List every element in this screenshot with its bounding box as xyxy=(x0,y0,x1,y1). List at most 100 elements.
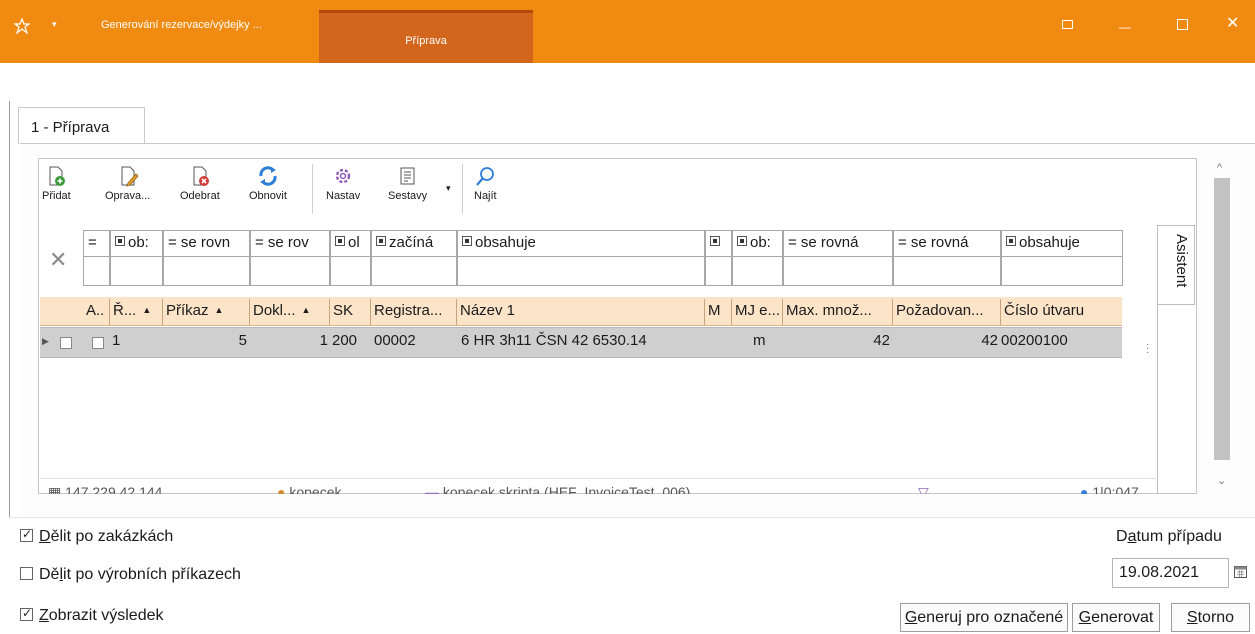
option-split-by-orders[interactable]: Dělit po zakázkách xyxy=(20,527,174,546)
app-logo-icon[interactable] xyxy=(14,18,30,34)
cell-max: 42 xyxy=(873,332,890,349)
date-field[interactable]: 19.08.2021 xyxy=(1112,558,1229,588)
filter-input[interactable] xyxy=(732,257,783,286)
remove-button[interactable]: Odebrat xyxy=(180,165,220,202)
column-header[interactable]: Ř... ▲ xyxy=(110,299,163,325)
date-label: Datum případu xyxy=(1116,528,1222,545)
header-label: Příkaz xyxy=(166,302,209,319)
quick-access-dropdown-icon[interactable]: ▾ xyxy=(52,19,57,30)
reports-dropdown-icon[interactable]: ▾ xyxy=(446,183,451,194)
filter-option-icon xyxy=(1006,236,1016,246)
column-header[interactable]: Číslo útvaru xyxy=(1001,299,1123,325)
column-header[interactable]: Příkaz ▲ xyxy=(163,299,250,325)
clock-icon: ● xyxy=(1080,484,1089,494)
browse-grid xyxy=(38,158,1197,494)
filter-input[interactable] xyxy=(330,257,371,286)
generate-selected-button[interactable]: Generuj pro označené xyxy=(900,603,1068,632)
filter-cell[interactable]: obsahuje xyxy=(457,230,705,257)
close-icon[interactable]: ✕ xyxy=(1226,13,1239,33)
maximize-icon[interactable] xyxy=(1177,19,1188,30)
ribbon-tab-overview[interactable]: Přehled xyxy=(331,73,369,85)
filter-input[interactable] xyxy=(250,257,330,286)
column-header[interactable]: M xyxy=(705,299,732,325)
header-label: Název 1 xyxy=(460,302,516,319)
cell-dokl: 1 xyxy=(319,332,328,349)
ribbon-tab-user-editors[interactable]: Uživatelské editory xyxy=(186,73,278,85)
scrollbar-thumb[interactable] xyxy=(1214,178,1230,460)
column-header[interactable]: MJ e... xyxy=(732,299,783,325)
minimize-icon[interactable]: — xyxy=(1119,20,1131,34)
status-ip-text: 147.229.42.144 xyxy=(65,484,163,494)
filter-input[interactable] xyxy=(83,257,110,286)
filter-input[interactable] xyxy=(371,257,457,286)
status-time: ● 1|0:047 xyxy=(1080,484,1139,494)
button-label: Generovat xyxy=(1078,609,1154,626)
calendar-icon[interactable] xyxy=(1234,565,1247,578)
filter-input[interactable] xyxy=(783,257,893,286)
header-label: A.. xyxy=(86,302,105,319)
filter-cell[interactable]: ol xyxy=(330,230,371,257)
filter-input[interactable] xyxy=(110,257,163,286)
settings-button[interactable]: Nastav xyxy=(326,165,360,202)
column-header[interactable]: Název 1 xyxy=(457,299,705,325)
filter-cell[interactable]: obsahuje xyxy=(1001,230,1123,257)
toolbar-separator xyxy=(462,164,463,214)
filter-cell[interactable]: = xyxy=(83,230,110,257)
find-button[interactable]: Najít xyxy=(474,165,497,202)
scroll-up-icon[interactable]: ^ xyxy=(1217,162,1222,174)
filter-input[interactable] xyxy=(705,257,732,286)
add-button[interactable]: Přidat xyxy=(42,165,71,202)
edit-button[interactable]: Oprava... xyxy=(105,165,150,202)
checkbox-unchecked[interactable] xyxy=(20,567,33,580)
clear-filter-icon[interactable]: ✕ xyxy=(49,247,67,273)
column-header[interactable]: Max. množ... xyxy=(783,299,893,325)
filter-cell[interactable]: začíná xyxy=(371,230,457,257)
filter-option-icon xyxy=(462,236,472,246)
option-label: Dělit po zakázkách xyxy=(39,528,174,545)
filter-cell[interactable]: = se rovná xyxy=(893,230,1001,257)
filter-cell[interactable]: ob: xyxy=(110,230,163,257)
column-header[interactable]: SK xyxy=(330,299,371,325)
scroll-down-icon[interactable]: ⌄ xyxy=(1217,474,1226,487)
option-show-result[interactable]: Zobrazit výsledek xyxy=(20,606,164,625)
sort-ascending-icon: ▲ xyxy=(214,305,224,315)
status-user-text: kopecek xyxy=(289,484,342,494)
row-indicator-icon: ▶ xyxy=(42,336,49,346)
restore-icon[interactable] xyxy=(1062,20,1073,29)
filter-option-icon xyxy=(737,236,747,246)
filter-input[interactable] xyxy=(457,257,705,286)
filter-cell[interactable]: = se rov xyxy=(250,230,330,257)
ribbon-tab-system[interactable]: Systém xyxy=(472,73,509,85)
reports-button[interactable]: Sestavy xyxy=(388,165,427,202)
filter-input[interactable] xyxy=(1001,257,1123,286)
column-header[interactable]: A.. xyxy=(83,299,110,325)
cell-registra: 00002 xyxy=(374,332,416,349)
row-select-checkbox[interactable] xyxy=(60,337,72,349)
document-title: Generování rezervace/výdejky ... xyxy=(101,19,262,31)
filter-input[interactable] xyxy=(163,257,250,286)
cell-utvar: 00200100 xyxy=(1001,332,1068,349)
filter-option-icon xyxy=(115,236,125,246)
checkbox-checked[interactable] xyxy=(20,527,33,542)
column-header[interactable]: Požadovan... xyxy=(893,299,1001,325)
refresh-button[interactable]: Obnovit xyxy=(249,165,287,202)
cell-sk: 200 xyxy=(332,332,358,349)
ribbon-tab-actions[interactable]: Akce xyxy=(412,73,436,85)
filter-cell[interactable]: = se rovná xyxy=(783,230,893,257)
ribbon-tab-helios[interactable]: HELIOS xyxy=(14,73,54,85)
row-active-checkbox[interactable] xyxy=(92,337,104,349)
tab-priprava[interactable]: 1 - Příprava xyxy=(18,107,145,144)
filter-cell[interactable]: = se rovn xyxy=(163,230,250,257)
cancel-button[interactable]: Storno xyxy=(1171,603,1250,632)
generate-button[interactable]: Generovat xyxy=(1072,603,1160,632)
column-resize-grip-icon[interactable]: · · · xyxy=(1146,340,1149,358)
filter-cell[interactable]: ob: xyxy=(732,230,783,257)
filter-cell[interactable] xyxy=(705,230,732,257)
column-header[interactable]: Dokl... ▲ xyxy=(250,299,330,325)
filter-input[interactable] xyxy=(893,257,1001,286)
assistant-panel-border xyxy=(1157,305,1158,494)
ribbon-tab-editor[interactable]: Editor xyxy=(121,73,150,85)
checkbox-checked[interactable] xyxy=(20,606,33,621)
column-header[interactable]: Registra... xyxy=(371,299,457,325)
option-split-by-production-orders[interactable]: Dělit po výrobních příkazech xyxy=(20,566,241,584)
